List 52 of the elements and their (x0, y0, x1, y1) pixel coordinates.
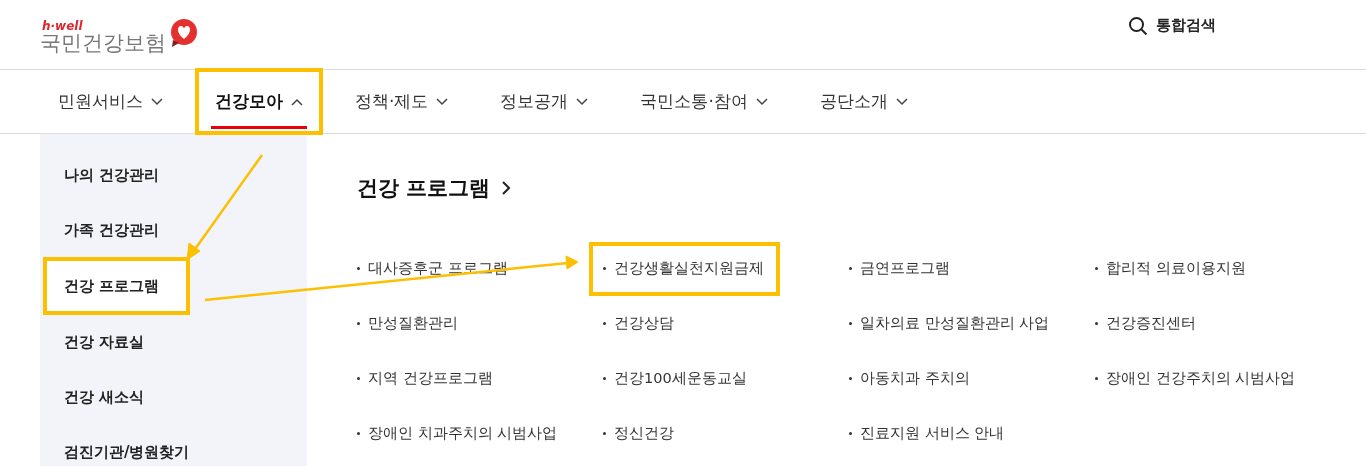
bullet-icon (603, 267, 606, 270)
sidebar-item[interactable]: 나의 건강관리 (40, 148, 307, 203)
chevron-right-icon (502, 181, 512, 195)
bullet-icon (357, 432, 360, 435)
logo[interactable]: h·well 국민건강보험 (40, 15, 198, 54)
nav-tab[interactable]: 정책·제도 (337, 70, 467, 133)
program-link[interactable]: 일차의료 만성질환관리 사업 (849, 296, 1050, 351)
program-link[interactable]: 장애인 건강주치의 시범사업 (1095, 351, 1296, 406)
program-link[interactable]: 금연프로그램 (849, 241, 950, 296)
program-link[interactable]: 건강상담 (603, 296, 674, 351)
sidebar-item[interactable]: 건강 자료실 (40, 315, 307, 370)
program-link[interactable]: 지역 건강프로그램 (357, 351, 493, 406)
chevron-icon (755, 97, 768, 106)
sidebar-item[interactable]: 검진기관/병원찾기 (40, 425, 307, 466)
chevron-icon (151, 97, 163, 106)
search-button[interactable]: 통합검색 (1128, 15, 1216, 36)
bullet-icon (1095, 322, 1098, 325)
chevron-icon (895, 97, 908, 106)
bullet-icon (849, 377, 852, 380)
sidebar-item[interactable]: 건강 새소식 (40, 370, 307, 425)
program-link[interactable]: 정신건강 (603, 406, 674, 461)
program-link[interactable]: 장애인 치과주치의 시범사업 (357, 406, 558, 461)
sidebar-item[interactable]: 가족 건강관리 (40, 203, 307, 258)
bullet-icon (849, 322, 852, 325)
bullet-icon (357, 377, 360, 380)
nav-tab[interactable]: 정보공개 (482, 70, 607, 133)
nav-tab[interactable]: 국민소통·참여 (622, 70, 786, 133)
nav-tab[interactable]: 민원서비스 (40, 70, 181, 133)
program-link[interactable]: 만성질환관리 (357, 296, 458, 351)
heart-bubble-icon (168, 17, 198, 48)
chevron-icon (291, 97, 303, 106)
program-link[interactable]: 건강생활실천지원금제 (591, 243, 778, 294)
bullet-icon (849, 267, 852, 270)
chevron-icon (436, 97, 449, 106)
section-title-link[interactable]: 건강 프로그램 (357, 174, 512, 202)
bullet-icon (603, 377, 606, 380)
chevron-icon (576, 97, 589, 106)
nav-tab[interactable]: 건강모아 (197, 70, 321, 133)
bullet-icon (603, 322, 606, 325)
program-link[interactable]: 합리적 의료이용지원 (1095, 241, 1246, 296)
program-link[interactable]: 건강증진센터 (1095, 296, 1196, 351)
program-link[interactable]: 아동치과 주치의 (849, 351, 970, 406)
search-icon (1128, 15, 1148, 36)
bullet-icon (1095, 267, 1098, 270)
bullet-icon (357, 322, 360, 325)
program-link[interactable]: 건강100세운동교실 (603, 351, 747, 406)
bullet-icon (603, 432, 606, 435)
bullet-icon (849, 432, 852, 435)
bullet-icon (357, 267, 360, 270)
nav-tab[interactable]: 공단소개 (801, 70, 926, 133)
bullet-icon (1095, 377, 1098, 380)
program-link[interactable]: 진료지원 서비스 안내 (849, 406, 1005, 461)
